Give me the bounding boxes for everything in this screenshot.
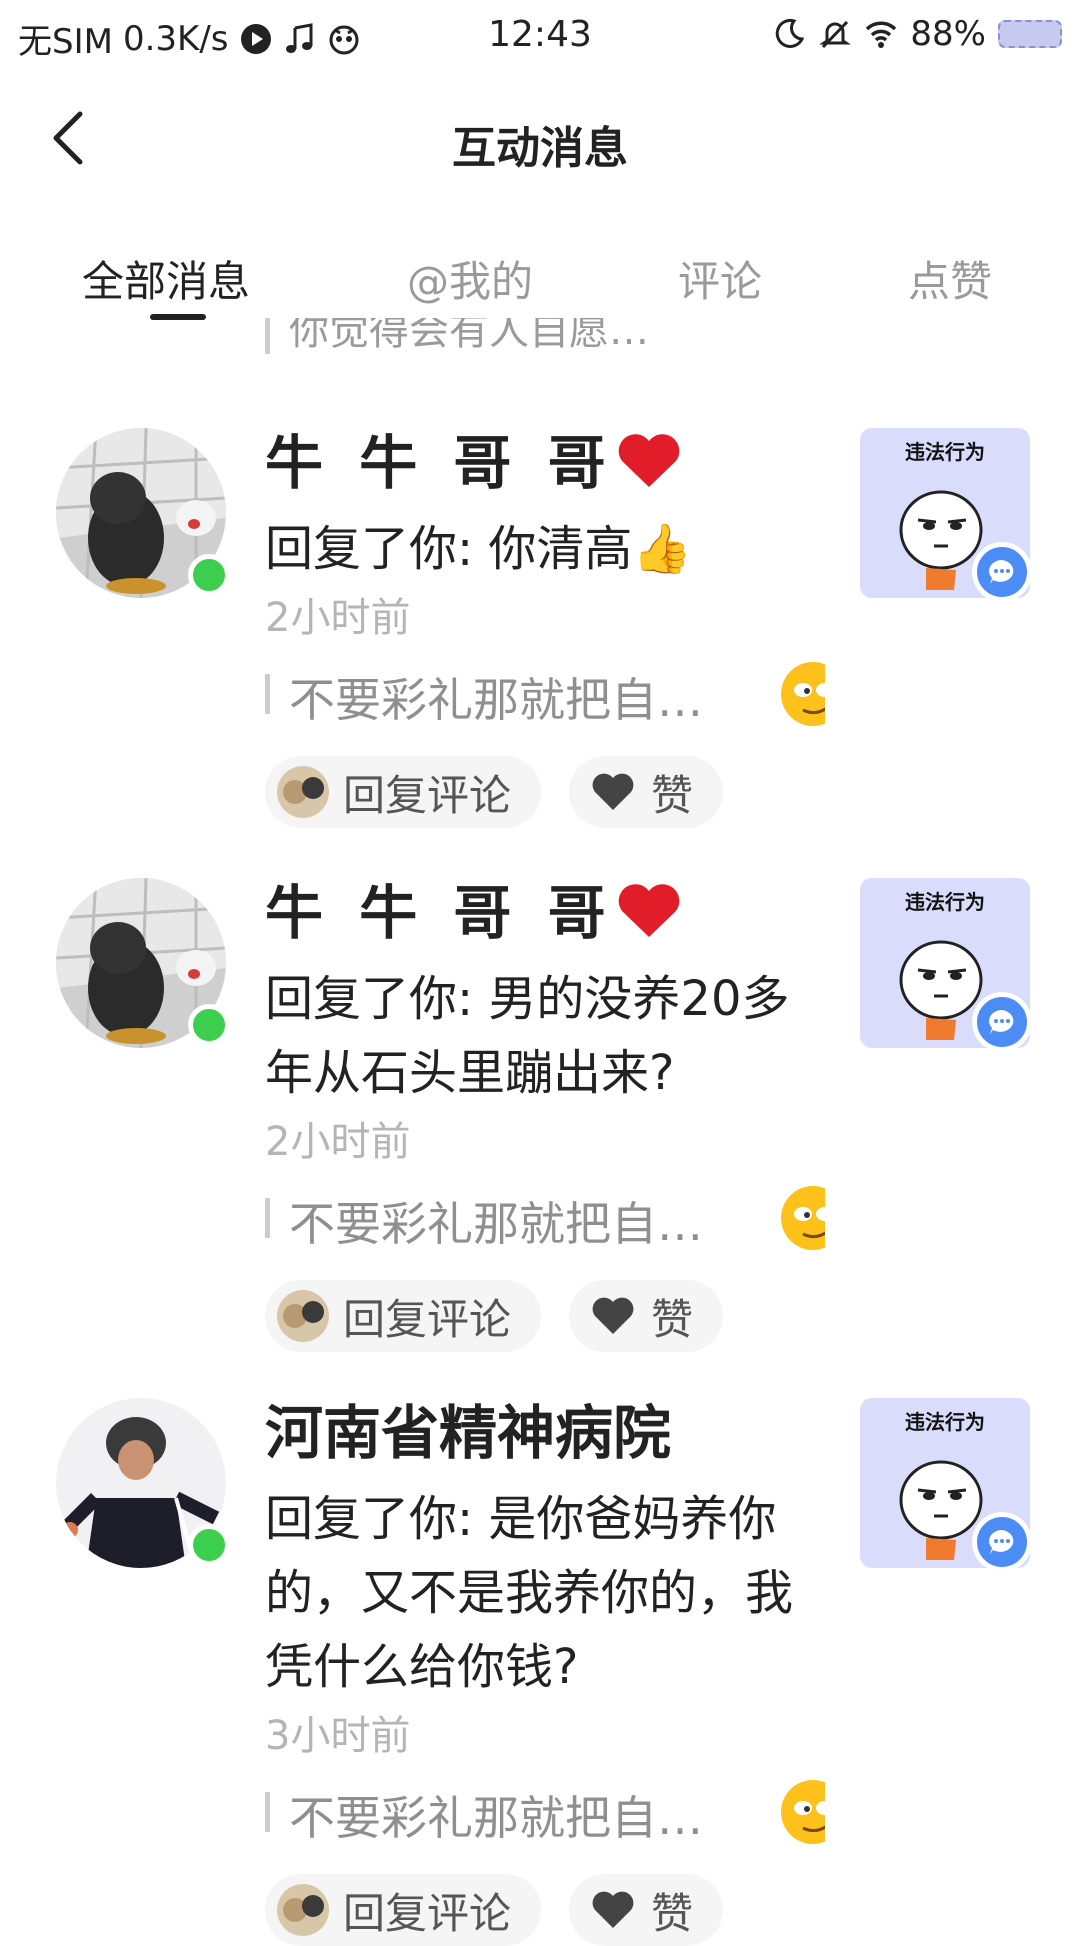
smirk-emoji-icon: [781, 1186, 825, 1250]
post-thumbnail[interactable]: 违法行为: [860, 1398, 1032, 1572]
reply-text: 回复了你: 是你爸妈养你的，又不是我养你的，我凭什么给你钱?: [265, 1491, 794, 1695]
avatar[interactable]: [56, 1398, 230, 1568]
original-comment-quote[interactable]: 不要彩礼那就把自…: [265, 1776, 825, 1846]
tab-likes[interactable]: 点赞: [908, 248, 992, 309]
smirk-emoji-icon: [781, 1780, 825, 1844]
online-status-dot: [188, 554, 230, 596]
smirk-emoji-icon: [781, 662, 825, 726]
my-avatar-mini: [277, 1884, 329, 1936]
timestamp: 2小时前: [265, 1119, 411, 1165]
like-button[interactable]: 赞: [569, 1874, 724, 1946]
post-thumbnail[interactable]: 违法行为: [860, 878, 1032, 1052]
thumbnail-caption: 违法行为: [905, 440, 985, 464]
bell-muted-icon: [819, 20, 852, 49]
thumbnail-caption: 违法行为: [905, 1410, 985, 1434]
heart-icon: [592, 1891, 634, 1928]
wifi-icon: [866, 21, 897, 48]
avatar[interactable]: [56, 878, 230, 1048]
thumbnail-caption: 违法行为: [905, 890, 985, 914]
reply-text: 回复了你: 你清高👍: [265, 521, 693, 577]
moon-icon: [776, 18, 805, 48]
comment-badge-icon: [972, 1512, 1032, 1572]
post-thumbnail[interactable]: 违法行为: [860, 428, 1032, 602]
battery-percent: 88%: [910, 14, 986, 54]
online-status-dot: [188, 1004, 230, 1046]
reply-comment-button[interactable]: 回复评论: [265, 756, 542, 828]
battery-icon: [998, 20, 1062, 48]
quote-text: 不要彩礼那就把自…: [289, 1791, 703, 1845]
sender-name[interactable]: 牛 牛 哥 哥: [265, 878, 825, 948]
heart-icon: [592, 773, 634, 810]
heart-icon: [592, 1297, 634, 1334]
timestamp: 3小时前: [265, 1713, 411, 1759]
timestamp: 2小时前: [265, 595, 411, 641]
header: 互动消息: [0, 78, 1080, 198]
tab-bar: 全部消息 @我的 评论 点赞: [0, 230, 1080, 320]
tab-all-messages[interactable]: 全部消息: [82, 248, 250, 309]
like-button[interactable]: 赞: [569, 1280, 724, 1352]
my-avatar-mini: [277, 1290, 329, 1342]
status-bar: 无SIM 0.3K/s 12:43 88%: [0, 0, 1080, 78]
online-status-dot: [188, 1524, 230, 1566]
active-tab-indicator: [150, 314, 206, 320]
like-button[interactable]: 赞: [569, 756, 724, 828]
reply-comment-button[interactable]: 回复评论: [265, 1280, 542, 1352]
red-heart-icon: [618, 884, 679, 937]
page-title: 互动消息: [452, 123, 628, 174]
reply-comment-button[interactable]: 回复评论: [265, 1874, 542, 1946]
tab-mentions[interactable]: @我的: [407, 248, 533, 309]
previous-quote-text: 你觉得会有人自愿…: [289, 318, 649, 354]
sender-name[interactable]: 牛 牛 哥 哥: [265, 428, 825, 498]
quote-text: 不要彩礼那就把自…: [289, 1197, 703, 1251]
original-comment-quote[interactable]: 不要彩礼那就把自…: [265, 1182, 825, 1252]
sender-name[interactable]: 河南省精神病院: [265, 1398, 825, 1468]
avatar[interactable]: [56, 428, 230, 598]
comment-badge-icon: [972, 992, 1032, 1052]
original-comment-quote[interactable]: 不要彩礼那就把自…: [265, 658, 825, 728]
previous-item-quote: 你觉得会有人自愿…: [265, 318, 825, 358]
my-avatar-mini: [277, 766, 329, 818]
reply-text: 回复了你: 男的没养20多年从石头里蹦出来?: [265, 971, 790, 1101]
quote-text: 不要彩礼那就把自…: [289, 673, 703, 727]
comment-badge-icon: [972, 542, 1032, 602]
tab-comments[interactable]: 评论: [678, 248, 762, 309]
red-heart-icon: [618, 434, 679, 487]
